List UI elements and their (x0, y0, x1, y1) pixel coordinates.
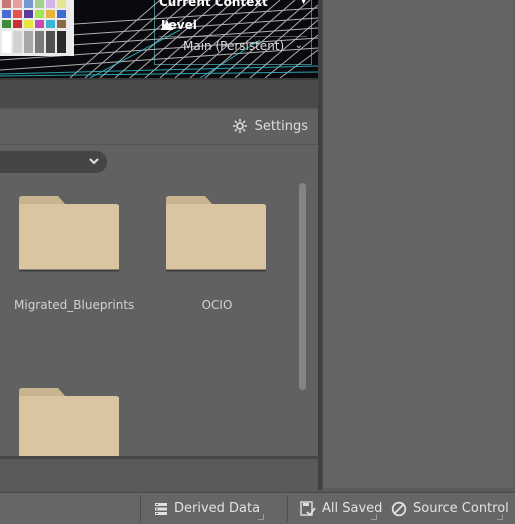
chevron-down-icon (89, 158, 99, 165)
status-separator (287, 495, 288, 522)
folder-item-migrated-blueprints[interactable] (18, 195, 120, 273)
panel-gap (0, 80, 318, 108)
folder-icon (19, 388, 119, 457)
content-browser-lower-area (0, 460, 318, 490)
status-separator (140, 495, 141, 522)
level-value[interactable]: Main (Persistent) (183, 39, 284, 53)
folder-item-ocio[interactable] (165, 195, 267, 273)
folder-icon (166, 196, 266, 272)
level-viewport[interactable]: Current Context ▼ Level Main (Persistent… (0, 0, 318, 80)
save-check-icon (300, 500, 316, 516)
content-browser-toolbar: Settings (0, 110, 318, 145)
context-caret-icon[interactable]: ▼ (300, 0, 307, 6)
no-entry-icon (391, 501, 407, 516)
settings-label: Settings (254, 118, 308, 134)
all-saved-corner (371, 514, 377, 520)
current-context-title: Current Context (159, 0, 268, 9)
source-control-corner (497, 514, 503, 520)
folder-icon (19, 196, 119, 272)
level-dropdown-chevron-icon[interactable]: ⌄ (295, 40, 303, 51)
derived-data-label: Derived Data (174, 501, 261, 516)
settings-button[interactable]: Settings (232, 118, 308, 134)
folder-label: OCIO (201, 298, 233, 312)
source-control-button[interactable]: Source Control (391, 493, 509, 524)
folder-label: Migrated_Blueprints (14, 298, 135, 312)
derived-data-button[interactable]: Derived Data (154, 493, 260, 524)
source-control-label: Source Control (413, 501, 509, 516)
content-browser: Settings Migrated_Blueprints OCIO (0, 110, 318, 458)
level-icon (161, 20, 173, 30)
path-dropdown[interactable] (0, 151, 107, 173)
level-row: Level (161, 18, 197, 32)
content-scrollbar[interactable] (299, 183, 306, 390)
derived-data-corner (258, 514, 264, 520)
details-panel (322, 0, 514, 488)
gear-icon (232, 119, 247, 133)
folder-item-partial[interactable] (18, 387, 120, 457)
stack-icon (155, 502, 167, 515)
status-bar: Derived Data All Saved Source Control (0, 492, 515, 524)
current-context-panel: Current Context ▼ Level Main (Persistent… (154, 0, 312, 65)
context-divider (159, 36, 307, 37)
color-checker-chart (0, 0, 74, 56)
content-browser-bottom-edge (0, 456, 318, 459)
